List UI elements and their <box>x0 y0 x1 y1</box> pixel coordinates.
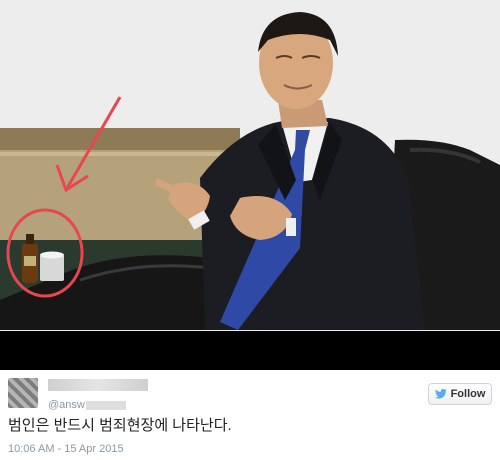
avatar[interactable] <box>8 378 38 408</box>
user-name-blurred[interactable] <box>48 379 148 391</box>
twitter-bird-icon <box>434 389 447 399</box>
follow-button[interactable]: Follow <box>428 383 492 405</box>
follow-label: Follow <box>450 388 486 400</box>
tweet-timestamp[interactable]: 10:06 AM - 15 Apr 2015 <box>8 443 124 455</box>
handle-blurred <box>85 400 126 410</box>
tweet-card: @answ Follow 범인은 반드시 범죄현장에 나타난다. 10:06 A… <box>0 370 500 460</box>
photo-scene <box>0 0 500 370</box>
user-handle[interactable]: @answ <box>48 399 126 411</box>
tweet-photo[interactable] <box>0 0 500 370</box>
tweet-text: 범인은 반드시 범죄현장에 나타난다. <box>8 417 232 434</box>
handle-text: @answ <box>48 399 85 411</box>
